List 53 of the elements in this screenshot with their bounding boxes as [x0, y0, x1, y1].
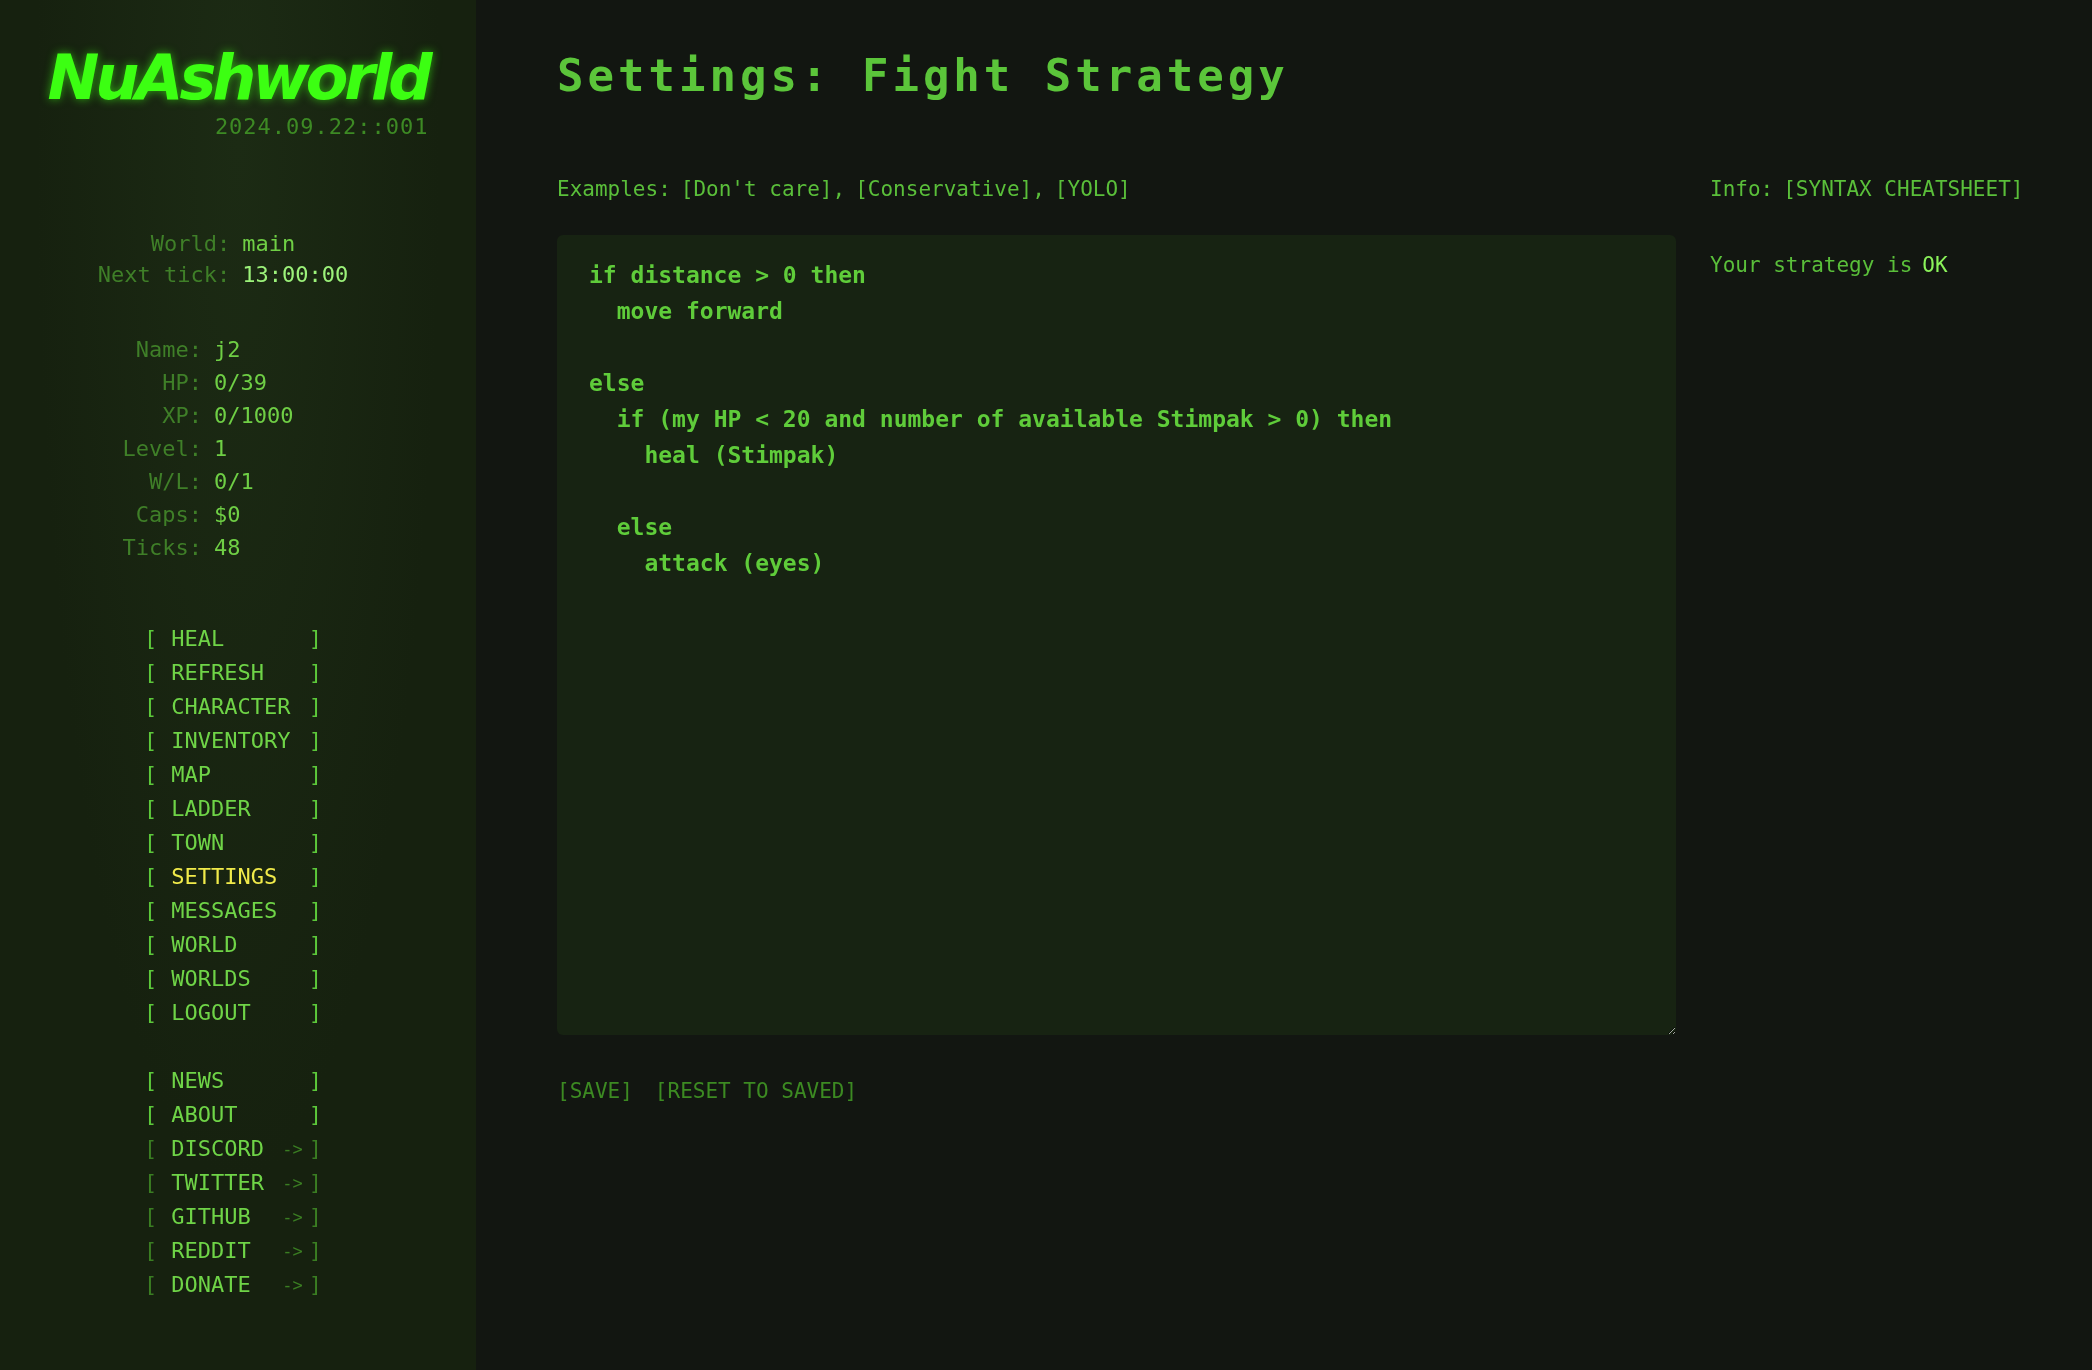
stat-value: 1: [214, 436, 229, 462]
stat-label: XP:: [161, 403, 202, 429]
menu-link[interactable]: [ WORLDS ]: [144, 962, 322, 997]
menu-link[interactable]: [ HEAL ]: [144, 622, 322, 657]
stat-value: $0: [214, 502, 242, 528]
stat-value: 0/1000: [214, 403, 294, 429]
separator-text: ,: [1032, 177, 1045, 201]
menu-link[interactable]: [ WORLD ]: [144, 928, 322, 963]
menu-link[interactable]: [ LOGOUT ]: [144, 996, 322, 1031]
stat-value: 0/1: [214, 469, 255, 495]
menu-link[interactable]: [ MAP ]: [144, 758, 322, 793]
version-text: 2024.09.22::001: [214, 114, 429, 140]
info-value: 13:00:00: [242, 262, 349, 288]
info-label: Next tick:: [97, 262, 231, 288]
menu-link[interactable]: [ TWITTER -> ]: [144, 1166, 322, 1201]
stat-label: Level:: [122, 436, 202, 462]
example-link[interactable]: [YOLO]: [1054, 177, 1131, 201]
stat-value: 0/39: [214, 370, 268, 396]
menu-link[interactable]: [ INVENTORY ]: [144, 724, 322, 759]
menu-link[interactable]: [ CHARACTER ]: [144, 690, 322, 725]
stat-label: Ticks:: [122, 535, 202, 561]
menu-link[interactable]: [ GITHUB -> ]: [144, 1200, 322, 1235]
separator-text: ,: [832, 177, 846, 201]
status-text: Your strategy is: [1710, 253, 1913, 277]
menu-link[interactable]: [ DONATE -> ]: [144, 1268, 322, 1303]
stat-label: Caps:: [134, 502, 202, 528]
strategy-editor[interactable]: if distance > 0 then move forward else if (my HP < 20 and number of available Stimpak > 0) then heal (Stimpak) else attack (eyes): [557, 235, 1676, 1035]
menu-link[interactable]: [ REFRESH ]: [144, 656, 322, 691]
info-label: World:: [149, 231, 231, 257]
stat-value: 48: [214, 535, 242, 561]
menu-link[interactable]: [ REDDIT -> ]: [144, 1234, 322, 1269]
page-title: Settings: Fight Strategy: [557, 50, 1290, 101]
action-link[interactable]: [SAVE]: [557, 1079, 633, 1103]
info-value: main: [242, 231, 297, 257]
stat-label: Name:: [134, 337, 202, 363]
action-link[interactable]: [RESET TO SAVED]: [654, 1079, 858, 1103]
example-link[interactable]: [Conservative]: [855, 177, 1033, 201]
logo-text: NuAshworld: [47, 44, 429, 113]
cheatsheet-link[interactable]: [SYNTAX CHEATSHEET]: [1783, 177, 2024, 201]
menu-link[interactable]: [ LADDER ]: [144, 792, 322, 827]
status-value: OK: [1922, 253, 1948, 277]
examples-label: Examples:: [557, 177, 671, 201]
info-label: Info:: [1710, 177, 1774, 201]
menu-link[interactable]: [ NEWS ]: [144, 1064, 322, 1099]
menu-link[interactable]: [ DISCORD -> ]: [144, 1132, 322, 1167]
stat-value: j2: [214, 337, 242, 363]
stat-label: HP:: [161, 370, 202, 396]
example-link[interactable]: [Don't care]: [680, 177, 833, 201]
menu-link[interactable]: [ MESSAGES ]: [144, 894, 322, 929]
menu-link[interactable]: [ TOWN ]: [144, 826, 322, 861]
stat-label: W/L:: [148, 469, 202, 495]
menu-link[interactable]: [ SETTINGS ]: [144, 860, 322, 895]
menu-link[interactable]: [ ABOUT ]: [144, 1098, 322, 1133]
